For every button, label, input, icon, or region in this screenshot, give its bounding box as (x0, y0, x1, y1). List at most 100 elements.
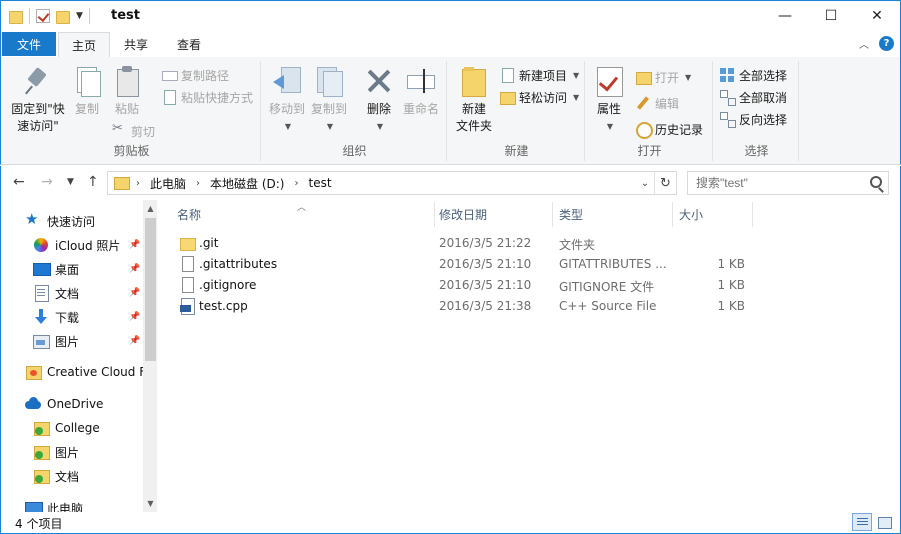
documents-icon (33, 285, 49, 302)
properties-icon[interactable] (36, 9, 50, 23)
refresh-icon[interactable]: ↻ (654, 172, 676, 194)
nav-downloads[interactable]: 下载 (33, 306, 125, 328)
nav-pictures[interactable]: 图片 (33, 330, 125, 352)
nav-creative-cloud[interactable]: Creative Cloud F (25, 361, 143, 383)
copy-to-button[interactable]: 复制到 ▼ (309, 65, 349, 135)
column-header-date[interactable]: 修改日期 (435, 202, 553, 227)
cut-label: 剪切 (131, 124, 156, 139)
nav-onedrive-pictures[interactable]: 图片 (33, 441, 139, 463)
scroll-down-arrow-icon[interactable]: ▼ (143, 495, 157, 512)
details-view-icon[interactable] (852, 513, 872, 531)
nav-desktop[interactable]: 桌面 (33, 258, 125, 280)
nav-this-pc[interactable]: 此电脑 (25, 497, 157, 512)
new-item-button[interactable]: 新建项目 ▼ (499, 65, 579, 85)
copy-path-button[interactable]: 复制路径 (161, 65, 229, 85)
search-icon[interactable] (870, 176, 882, 188)
pin-icon[interactable]: 📌 (129, 288, 140, 298)
tab-share[interactable]: 共享 (113, 32, 159, 57)
easy-access-label: 轻松访问 (519, 90, 568, 105)
nav-onedrive[interactable]: OneDrive (25, 393, 157, 415)
large-icons-view-icon[interactable] (874, 513, 894, 531)
new-folder-icon[interactable] (56, 10, 70, 24)
pictures-icon (33, 333, 50, 349)
search-box[interactable] (687, 171, 889, 195)
nav-scrollbar[interactable]: ▲ ▼ (143, 200, 157, 512)
address-history-chevron-down-icon[interactable]: ⌄ (636, 178, 654, 189)
nav-onedrive-documents[interactable]: 文档 (33, 465, 139, 487)
scroll-thumb[interactable] (145, 218, 156, 361)
breadcrumb-this-pc[interactable]: 此电脑 (150, 175, 186, 192)
pin-to-quick-access-button[interactable]: 固定到"快 速访问" (7, 65, 69, 135)
file-date: 2016/3/5 21:38 (439, 299, 532, 313)
column-header-name[interactable]: 名称 ︿ (157, 202, 435, 227)
table-row[interactable]: .git 2016/3/5 21:22 文件夹 (157, 233, 757, 254)
table-row[interactable]: .gitattributes 2016/3/5 21:10 GITATTRIBU… (157, 254, 757, 275)
rename-button[interactable]: 重命名 (399, 65, 443, 118)
breadcrumb-separator-icon[interactable]: › (196, 178, 200, 189)
breadcrumb-separator-icon[interactable]: › (136, 178, 140, 189)
file-type: GITIGNORE 文件 (559, 280, 655, 294)
pin-label-line1: 固定到"快 (11, 102, 65, 116)
tab-home[interactable]: 主页 (58, 32, 110, 57)
breadcrumb-separator-icon[interactable]: › (294, 178, 298, 189)
recent-locations-chevron-down-icon[interactable]: ▼ (67, 177, 74, 187)
open-button[interactable]: 打开 ▼ (635, 67, 691, 87)
breadcrumb-test[interactable]: test (308, 176, 331, 190)
pin-icon[interactable]: 📌 (129, 240, 140, 250)
tab-view[interactable]: 查看 (165, 32, 213, 57)
file-list: 名称 ︿ 修改日期 类型 大小 .git 2016/3/5 21:22 文件夹 … (157, 200, 901, 512)
search-input[interactable] (696, 176, 872, 190)
select-none-button[interactable]: 全部取消 (719, 87, 787, 107)
maximize-button[interactable]: ☐ (808, 1, 854, 31)
table-row[interactable]: .gitignore 2016/3/5 21:10 GITIGNORE 文件 1… (157, 275, 757, 296)
history-button[interactable]: 历史记录 (635, 119, 703, 139)
breadcrumb-local-disk[interactable]: 本地磁盘 (D:) (210, 175, 284, 192)
help-icon[interactable]: ? (879, 36, 894, 51)
rename-label: 重命名 (402, 102, 439, 116)
address-bar[interactable]: › 此电脑 › 本地磁盘 (D:) › test ⌄ ↻ (107, 171, 677, 195)
minimize-button[interactable]: — (762, 1, 808, 31)
file-name: .git (199, 236, 219, 250)
tab-file[interactable]: 文件 (2, 32, 56, 56)
easy-access-button[interactable]: 轻松访问 ▼ (499, 87, 579, 107)
sort-ascending-icon: ︿ (297, 203, 307, 213)
forward-arrow-icon[interactable]: → (41, 174, 53, 190)
table-row[interactable]: test.cpp 2016/3/5 21:38 C++ Source File … (157, 296, 757, 317)
nav-documents[interactable]: 文档 (33, 282, 125, 304)
pin-icon[interactable]: 📌 (129, 336, 140, 346)
rename-icon (405, 65, 437, 97)
nav-quick-access[interactable]: 快速访问 (25, 210, 157, 232)
edit-button[interactable]: 编辑 (635, 93, 679, 113)
back-arrow-icon[interactable]: ← (13, 174, 25, 190)
delete-button[interactable]: 删除 ▼ (361, 65, 397, 135)
pin-icon[interactable]: 📌 (129, 264, 140, 274)
easy-access-icon (499, 89, 516, 105)
column-header-size[interactable]: 大小 (673, 202, 753, 227)
copy-path-label: 复制路径 (181, 68, 230, 83)
properties-button[interactable]: 属性 ▼ (591, 65, 627, 135)
column-header-type[interactable]: 类型 (553, 202, 673, 227)
nav-onedrive-college[interactable]: College (33, 417, 139, 439)
pin-icon[interactable]: 📌 (129, 312, 140, 322)
open-label: 打开 (655, 70, 680, 85)
nav-icloud-photos[interactable]: iCloud 照片 (33, 234, 139, 256)
select-all-button[interactable]: 全部选择 (719, 65, 787, 85)
nav-item-label: College (55, 421, 100, 435)
paste-shortcut-button[interactable]: 粘贴快捷方式 (161, 87, 253, 107)
copy-button[interactable]: 复制 (69, 65, 105, 118)
collapse-ribbon-icon[interactable]: ︿ (859, 36, 869, 51)
customize-toolbar-chevron-icon[interactable]: ▼ (76, 11, 83, 21)
open-icon (635, 69, 652, 85)
invert-selection-button[interactable]: 反向选择 (719, 109, 787, 129)
move-to-button[interactable]: 移动到 ▼ (267, 65, 307, 135)
paste-button[interactable]: 粘贴 (109, 65, 145, 118)
new-folder-button[interactable]: 新建 文件夹 (451, 65, 497, 135)
nav-this-pc-label: 此电脑 (47, 501, 84, 513)
cut-button[interactable]: 剪切 (111, 121, 155, 141)
window-title: test (111, 8, 140, 23)
scroll-up-arrow-icon[interactable]: ▲ (143, 200, 157, 217)
delete-icon (363, 65, 395, 97)
close-button[interactable]: ✕ (854, 1, 900, 31)
nav-item-label: 文档 (55, 469, 80, 484)
up-arrow-icon[interactable]: ↑ (87, 174, 99, 190)
